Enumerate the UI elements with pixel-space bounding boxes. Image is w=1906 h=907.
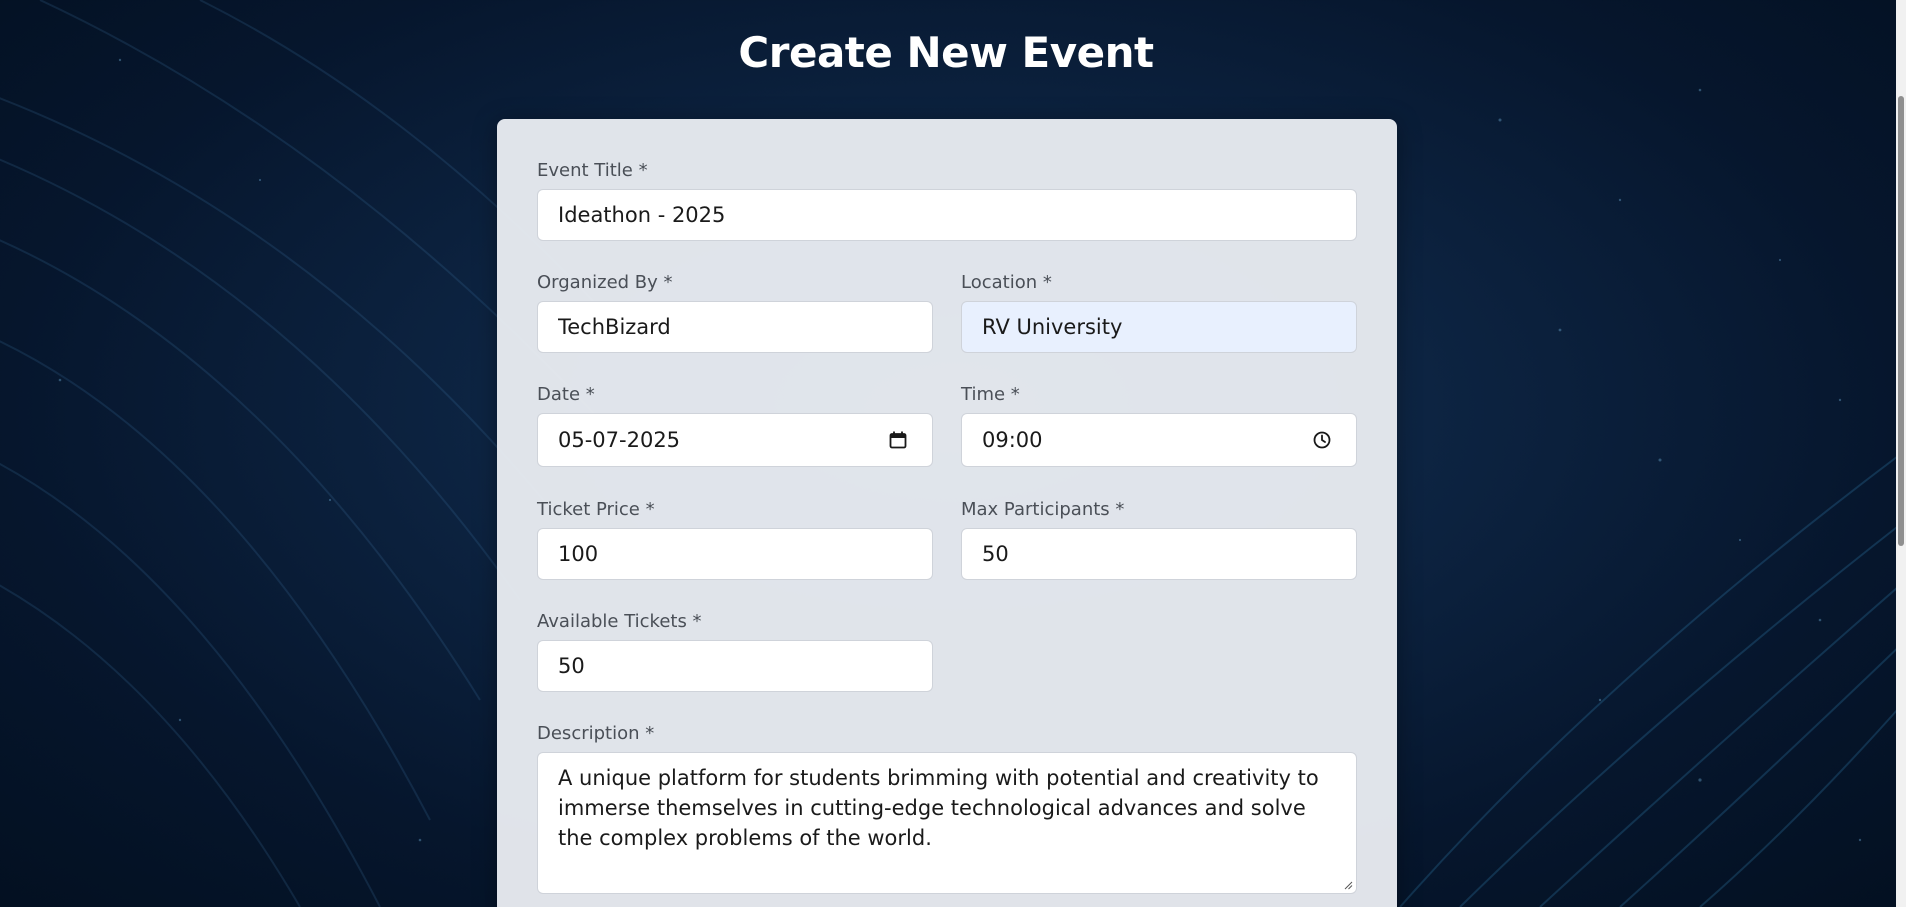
clock-icon[interactable] (1312, 430, 1332, 450)
time-input[interactable] (961, 413, 1357, 467)
location-input[interactable] (961, 301, 1357, 353)
description-label: Description * (537, 723, 655, 744)
page-scrollbar[interactable] (1896, 0, 1906, 907)
time-label: Time * (961, 384, 1020, 405)
date-label: Date * (537, 384, 595, 405)
description-textarea[interactable]: A unique platform for students brimming … (537, 752, 1357, 894)
max-participants-input[interactable] (961, 528, 1357, 580)
available-tickets-label: Available Tickets * (537, 611, 702, 632)
date-input[interactable] (537, 413, 933, 467)
scrollbar-thumb[interactable] (1898, 96, 1904, 546)
event-title-input[interactable] (537, 189, 1357, 241)
max-participants-label: Max Participants * (961, 499, 1125, 520)
event-form: Event Title * Organized By * Location * … (497, 119, 1397, 907)
resize-grip-icon[interactable] (1343, 880, 1353, 890)
organized-by-label: Organized By * (537, 272, 673, 293)
organized-by-input[interactable] (537, 301, 933, 353)
event-title-label: Event Title * (537, 160, 648, 181)
available-tickets-input[interactable] (537, 640, 933, 692)
ticket-price-input[interactable] (537, 528, 933, 580)
calendar-icon[interactable] (888, 430, 908, 450)
ticket-price-label: Ticket Price * (537, 499, 655, 520)
location-label: Location * (961, 272, 1052, 293)
page-title: Create New Event (738, 28, 1154, 77)
